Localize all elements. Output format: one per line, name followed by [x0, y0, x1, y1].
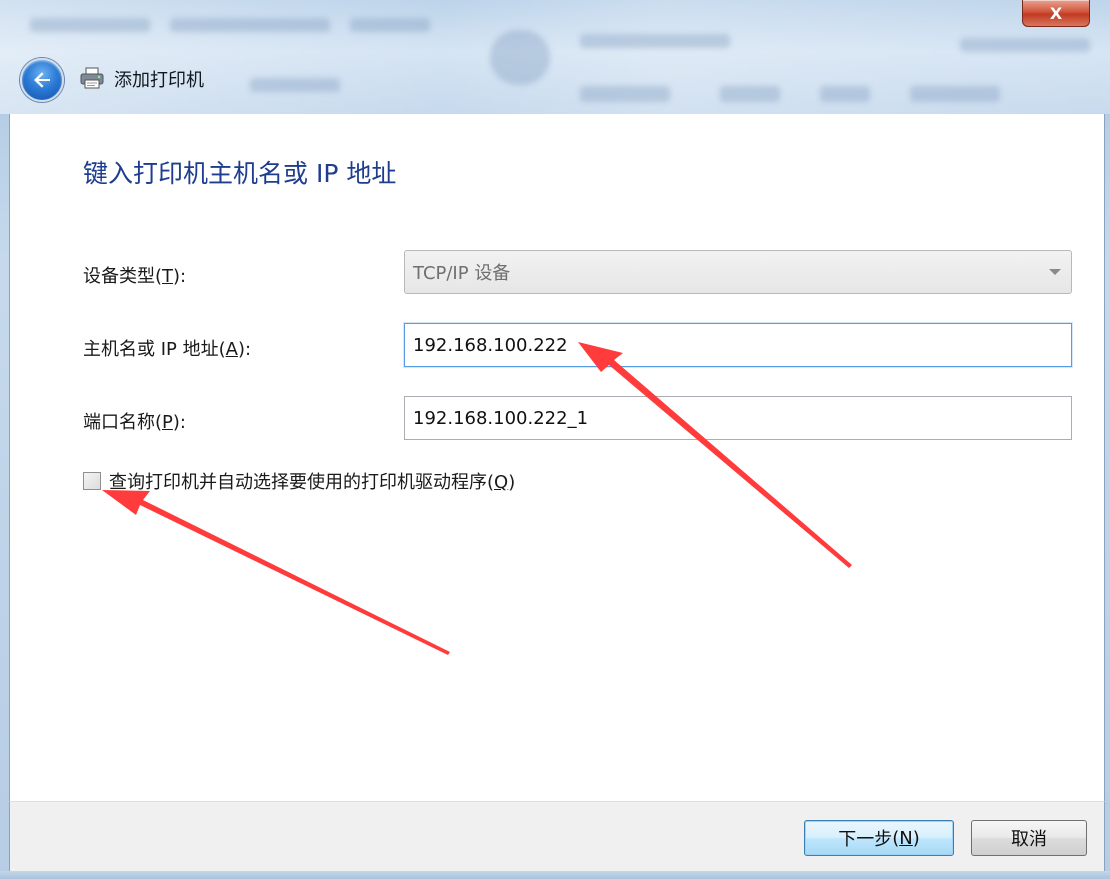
blurred-background [580, 34, 730, 48]
blurred-background [910, 86, 1000, 102]
back-arrow-icon [34, 72, 50, 88]
blurred-background [350, 18, 430, 32]
title-bar: X 添加打印机 [0, 0, 1110, 114]
port-name-input[interactable]: 192.168.100.222_1 [404, 396, 1072, 440]
back-button[interactable] [20, 58, 64, 102]
add-printer-window: X 添加打印机 键入打印机主机名或 IP 地址 设备类型(T): TCP/IP … [0, 0, 1110, 879]
blurred-background [490, 30, 550, 85]
blurred-background [250, 78, 340, 92]
close-icon: X [1049, 3, 1063, 23]
cancel-button[interactable]: 取消 [971, 820, 1087, 856]
port-name-value: 192.168.100.222_1 [413, 407, 589, 429]
device-type-select[interactable]: TCP/IP 设备 [404, 250, 1072, 294]
blurred-background [30, 18, 150, 32]
window-bottom-edge [0, 871, 1110, 879]
wizard-content: 键入打印机主机名或 IP 地址 设备类型(T): TCP/IP 设备 主机名或 … [9, 114, 1105, 801]
blurred-background [820, 86, 870, 102]
next-button[interactable]: 下一步(N) [804, 820, 954, 856]
query-driver-label: 查询打印机并自动选择要使用的打印机驱动程序(Q) [109, 472, 516, 493]
blurred-background [170, 18, 330, 32]
hostname-label: 主机名或 IP 地址(A): [83, 339, 252, 360]
device-type-label: 设备类型(T): [83, 266, 187, 287]
close-button[interactable]: X [1022, 0, 1090, 27]
hostname-value: 192.168.100.222 [413, 334, 568, 356]
page-heading: 键入打印机主机名或 IP 地址 [83, 159, 397, 188]
blurred-background [580, 86, 670, 102]
hostname-input[interactable]: 192.168.100.222 [404, 323, 1072, 367]
device-type-value: TCP/IP 设备 [413, 263, 511, 284]
port-name-label: 端口名称(P): [83, 412, 186, 433]
chevron-down-icon [1049, 269, 1061, 275]
query-driver-checkbox[interactable] [83, 472, 101, 490]
wizard-footer: 下一步(N) 取消 [9, 801, 1105, 872]
blurred-background [960, 38, 1090, 52]
blurred-background [720, 86, 780, 102]
query-driver-option[interactable]: 查询打印机并自动选择要使用的打印机驱动程序(Q) [83, 468, 515, 494]
window-title: 添加打印机 [114, 70, 204, 91]
printer-icon [80, 67, 104, 89]
